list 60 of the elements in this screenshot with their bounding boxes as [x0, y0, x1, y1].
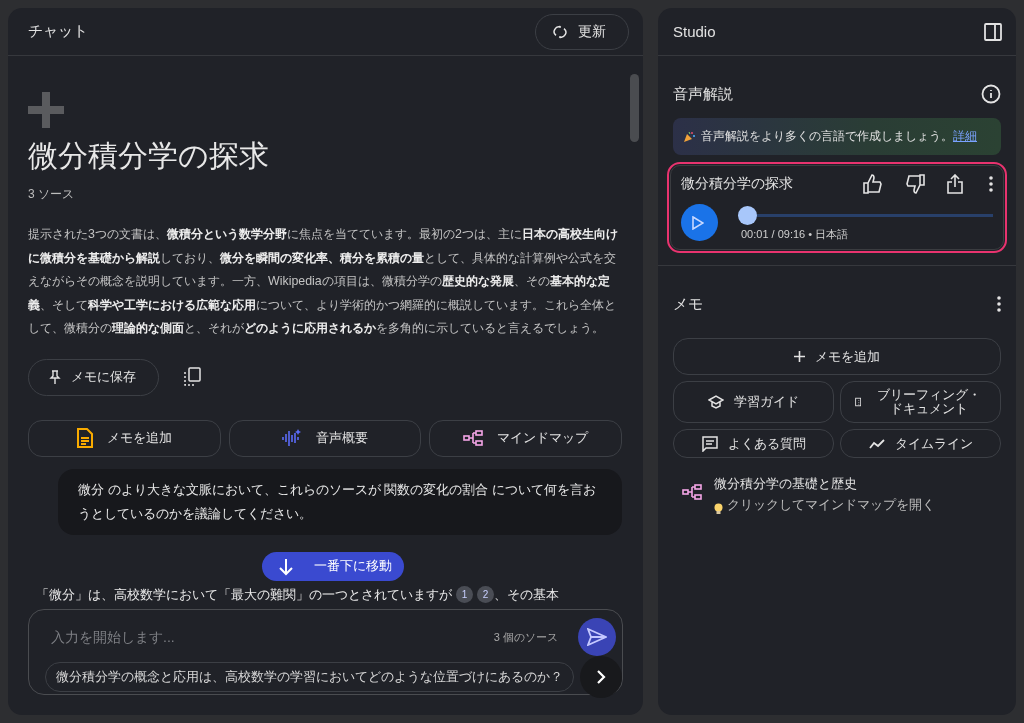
section-title: 音声解説	[673, 84, 733, 104]
thumbs-down-icon[interactable]	[905, 174, 925, 194]
play-button[interactable]	[681, 204, 718, 241]
mind-map-title[interactable]: 微分積分学の基礎と歴史	[714, 476, 935, 493]
send-button[interactable]	[578, 618, 616, 656]
play-icon	[692, 215, 704, 230]
plus-icon	[794, 351, 805, 362]
chat-input-field[interactable]: 入力を開始します... 3 個のソース 微分積分学の概念と応用は、高校数学の学習においてどのような位置づけにあるのか？	[28, 609, 623, 695]
action-button[interactable]: 音声概要	[228, 419, 422, 457]
action-button[interactable]: メモを追加	[28, 419, 221, 457]
details-link[interactable]: 詳細	[953, 130, 977, 142]
thumbs-up-icon[interactable]	[863, 174, 883, 194]
next-button[interactable]	[580, 656, 622, 698]
user-message: 微分 のより大きな文脈において、これらのソースが 関数の変化の割合 について何を言おうとしているのかを議論してください。	[58, 468, 622, 535]
audio-title: 微分積分学の探求	[681, 175, 794, 193]
tool-button[interactable]: ブリーフィング・ドキュメント	[840, 381, 1001, 423]
graduation-cap-icon	[708, 395, 724, 409]
playback-time: 00:01 / 09:16 • 日本語	[741, 227, 849, 242]
more-icon[interactable]	[989, 176, 993, 192]
response-text: 「微分」は、高校数学において「最大の難関」の一つとされていますが	[36, 585, 452, 604]
add-note-button[interactable]: メモを追加	[673, 338, 1001, 375]
banner-text: 音声解説をより多くの言語で作成しましょう。詳細	[701, 129, 977, 144]
scrollbar-thumb[interactable]	[630, 74, 639, 142]
sound-wave-icon	[282, 428, 302, 448]
chat-icon	[701, 435, 718, 452]
chevron-right-icon	[596, 670, 606, 684]
panel-title: チャット	[28, 22, 88, 41]
document-icon	[855, 395, 862, 409]
plus-icon	[28, 92, 64, 128]
light-bulb-icon	[714, 503, 723, 515]
summary-paragraph: 提示された3つの文書は、微積分という数学分野に焦点を当てています。最初の2つは、主に日本の高校生向けに微積分を基礎から解説しており、微分を瞬間の変化率、積分を累積の量として、具体的な計算例や公式を交えながらその概念を説明しています。一方、Wikipediaの項目は、微積分学の歴史的な発展、その基本的な定義、そして科学や工学における広範な応用について、より学術的かつ網羅的に概説しています。これら全体として、微積分の理論的な側面と、それがどのように応用されるかを多角的に示していると言えるでしょう。	[28, 226, 619, 337]
party-popper-icon	[683, 130, 695, 143]
tool-button[interactable]: タイムライン	[840, 429, 1001, 458]
source-count: 3 個のソース	[493, 629, 558, 645]
notebook-title: 微分積分学の探求	[28, 138, 270, 174]
action-button[interactable]: マインドマップ	[429, 419, 622, 457]
tool-button[interactable]: よくある質問	[673, 429, 834, 458]
pin-icon	[49, 370, 61, 384]
document-icon	[76, 428, 93, 448]
mind-map-icon	[682, 484, 702, 500]
source-count: 3 ソース	[28, 186, 75, 203]
mind-map-icon	[463, 430, 484, 446]
citation-badge[interactable]: 1	[456, 586, 473, 603]
section-title: メモ	[673, 294, 703, 314]
copy-icon[interactable]	[183, 367, 201, 387]
share-icon[interactable]	[947, 174, 963, 194]
panel-toggle-icon[interactable]	[984, 22, 1002, 41]
panel-title: Studio	[673, 23, 716, 40]
response-text: 、その基本	[494, 585, 559, 604]
tool-button[interactable]: 学習ガイド	[673, 381, 834, 423]
send-icon	[587, 628, 607, 646]
trend-icon	[868, 438, 885, 449]
info-icon[interactable]	[981, 84, 1001, 104]
scroll-to-bottom-button[interactable]: 一番下に移動	[262, 552, 404, 581]
arrow-down-icon	[278, 557, 294, 576]
citation-badge[interactable]: 2	[477, 586, 494, 603]
refresh-icon	[552, 23, 568, 40]
progress-thumb[interactable]	[738, 206, 758, 225]
mind-map-hint: クリックしてマインドマップを開く	[727, 496, 935, 514]
more-icon[interactable]	[997, 296, 1001, 312]
